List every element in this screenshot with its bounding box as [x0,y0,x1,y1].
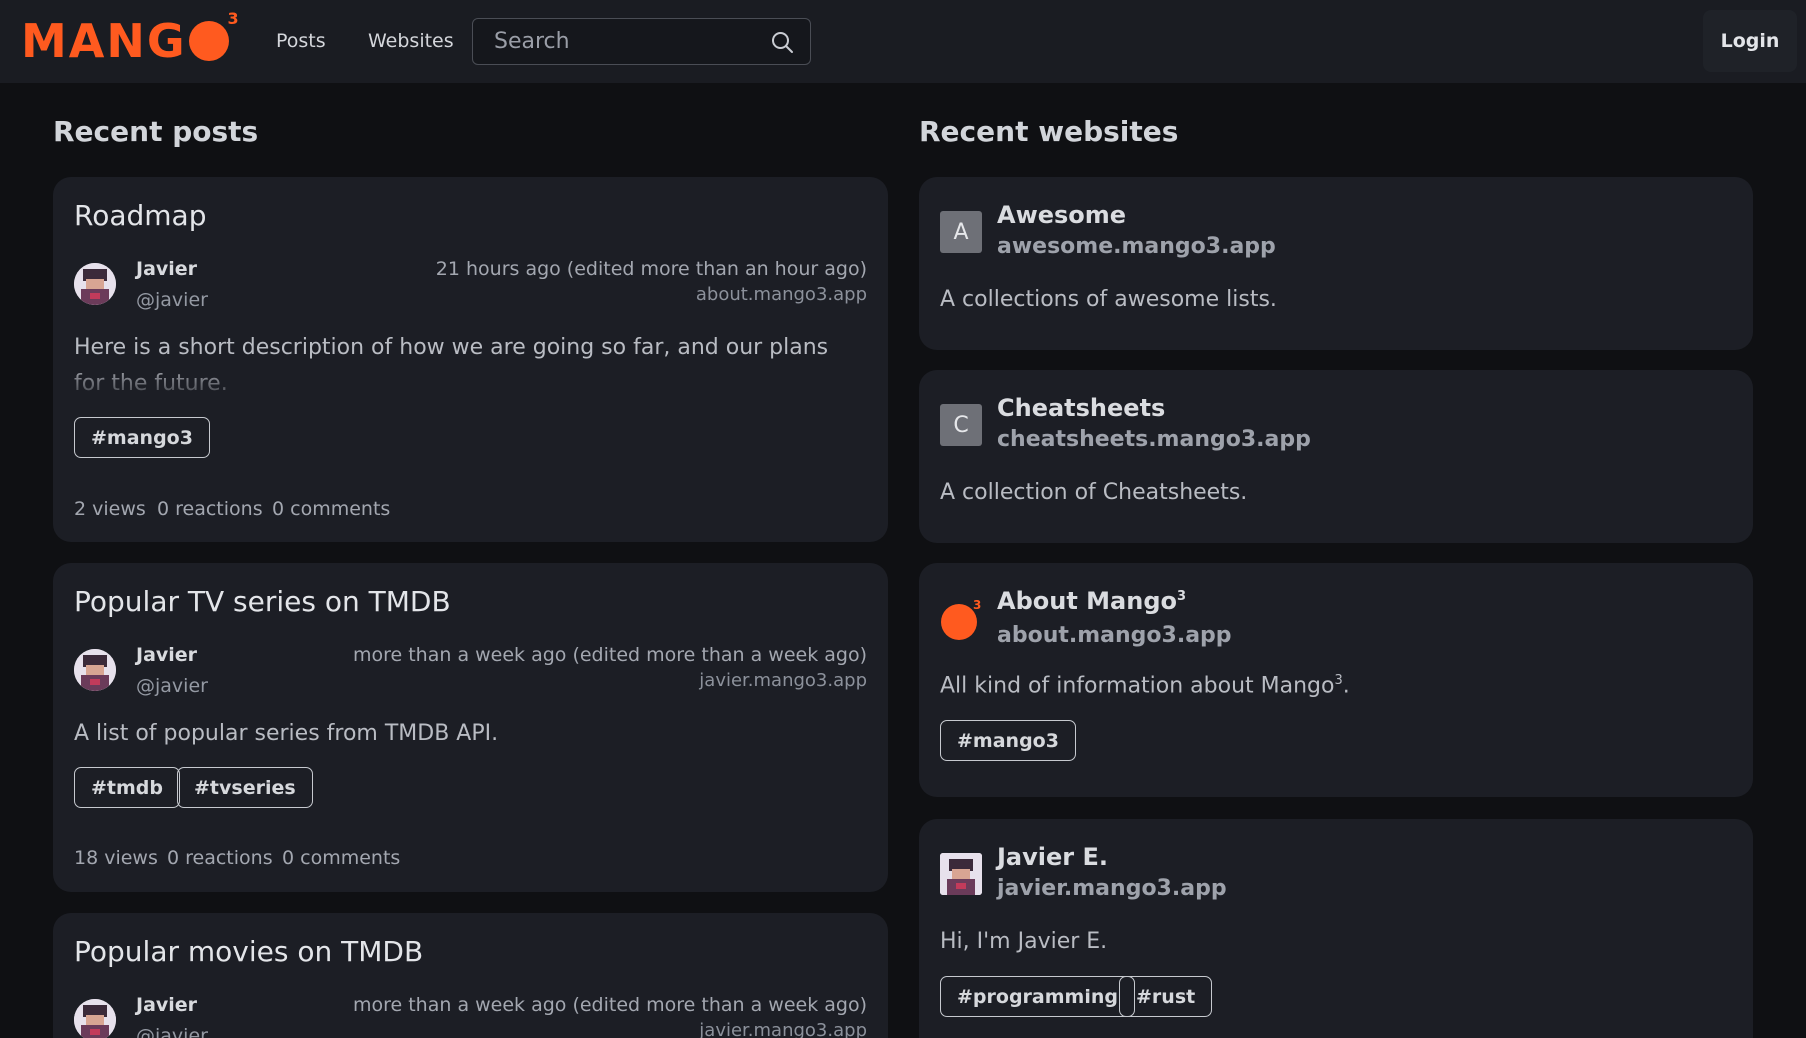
tag-badge[interactable]: #rust [1119,976,1213,1017]
tag-badge[interactable]: #mango3 [74,417,210,458]
tag-badge[interactable]: #mango3 [940,720,1076,761]
tag-badge[interactable]: #tmdb [74,767,181,808]
logo-text: MANG [21,14,187,68]
author-avatar[interactable] [74,999,116,1038]
website-url[interactable]: awesome.mango3.app [997,234,1276,259]
post-author[interactable]: Javier [136,994,197,1016]
post-author-handle[interactable]: @javier [136,289,208,311]
website-name[interactable]: Javier E. [997,843,1108,871]
post-card[interactable]: Popular TV series on TMDB Javier @javier… [53,563,888,892]
post-website[interactable]: javier.mango3.app [699,1020,867,1038]
website-description-end: . [1342,673,1350,699]
website-description: All kind of information about Mango3. [940,673,1350,698]
website-description-text: All kind of information about Mango [940,673,1335,699]
website-card[interactable]: A Awesome awesome.mango3.app A collectio… [919,177,1753,350]
author-avatar[interactable] [74,649,116,691]
post-comments: 0 comments [272,498,391,520]
website-description-superscript: 3 [1334,673,1343,688]
post-website[interactable]: about.mango3.app [696,284,867,305]
website-name[interactable]: Cheatsheets [997,394,1165,422]
website-letter-icon: C [940,404,982,446]
post-comments: 0 comments [282,847,401,869]
post-author-handle[interactable]: @javier [136,675,208,697]
post-author-handle[interactable]: @javier [136,1025,208,1038]
mango-logo-icon: 3 [940,597,984,641]
svg-text:3: 3 [973,598,981,612]
top-navbar: MANG 3 Posts Websites Login [0,0,1806,83]
search-icon[interactable] [770,30,794,54]
website-url[interactable]: javier.mango3.app [997,876,1227,901]
logo-superscript: 3 [227,9,241,28]
post-reactions: 0 reactions [167,847,273,869]
website-name[interactable]: About Mango3 [997,587,1186,615]
website-url[interactable]: about.mango3.app [997,623,1232,648]
post-title[interactable]: Popular TV series on TMDB [74,585,451,618]
website-card[interactable]: 3 About Mango3 about.mango3.app All kind… [919,563,1753,797]
website-name-text: About Mango [997,587,1177,615]
website-letter-icon: A [940,211,982,253]
post-card[interactable]: Popular movies on TMDB Javier @javier mo… [53,913,888,1038]
website-description: A collection of Cheatsheets. [940,480,1248,505]
post-description: A list of popular series from TMDB API. [74,721,499,746]
post-timestamp: more than a week ago (edited more than a… [352,994,867,1016]
search-input[interactable] [473,29,753,54]
website-description: Hi, I'm Javier E. [940,929,1108,954]
website-description: A collections of awesome lists. [940,287,1277,312]
website-card[interactable]: Javier E. javier.mango3.app Hi, I'm Javi… [919,819,1753,1038]
post-title[interactable]: Popular movies on TMDB [74,935,423,968]
website-name-superscript: 3 [1177,589,1187,604]
post-title[interactable]: Roadmap [74,199,206,232]
mango-logo-icon: 3 [188,9,239,61]
website-card[interactable]: C Cheatsheets cheatsheets.mango3.app A c… [919,370,1753,543]
author-avatar[interactable] [74,263,116,305]
post-author[interactable]: Javier [136,644,197,666]
tag-badge[interactable]: #tvseries [177,767,313,808]
login-button[interactable]: Login [1703,10,1797,72]
post-author[interactable]: Javier [136,258,197,280]
post-card[interactable]: Roadmap Javier @javier 21 hours ago (edi… [53,177,888,542]
search-box [472,18,811,65]
tag-badge[interactable]: #programming [940,976,1135,1017]
post-timestamp: 21 hours ago (edited more than an hour a… [435,258,867,280]
post-description: Here is a short description of how we ar… [74,335,829,396]
post-website[interactable]: javier.mango3.app [699,670,867,691]
recent-posts-heading: Recent posts [53,115,259,148]
recent-websites-heading: Recent websites [919,115,1179,148]
post-views: 18 views [74,847,158,869]
post-reactions: 0 reactions [157,498,263,520]
website-name[interactable]: Awesome [997,201,1126,229]
nav-websites-link[interactable]: Websites [368,30,454,52]
post-views: 2 views [74,498,146,520]
post-timestamp: more than a week ago (edited more than a… [352,644,867,666]
mango-logo[interactable]: MANG 3 [21,9,239,68]
nav-posts-link[interactable]: Posts [276,30,326,52]
website-url[interactable]: cheatsheets.mango3.app [997,427,1311,452]
website-avatar [940,853,982,895]
